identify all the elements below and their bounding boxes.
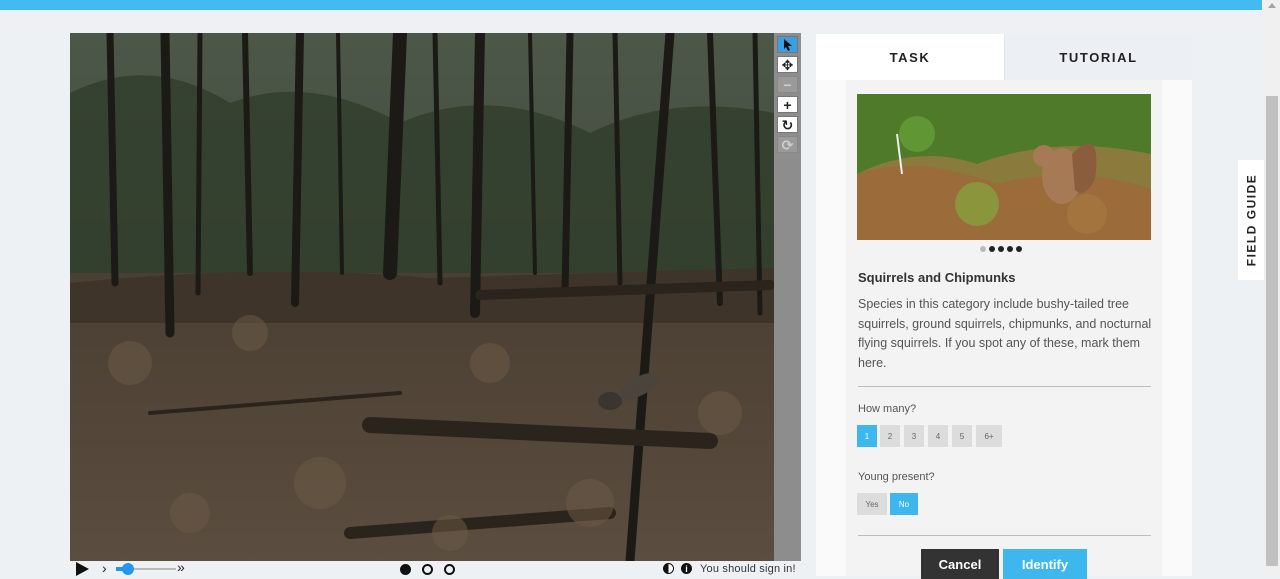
carousel-dot[interactable] <box>980 246 986 252</box>
species-detail: Squirrels and Chipmunks Species in this … <box>846 80 1162 579</box>
image-toolbar: ✥ − + ↻ ⟳ <box>774 33 801 561</box>
young-present-label: Young present? <box>858 471 935 483</box>
young-option-yes[interactable]: Yes <box>857 493 887 515</box>
species-description: Species in this category include bushy-t… <box>858 297 1152 370</box>
carousel-dot[interactable] <box>998 246 1004 252</box>
carousel-dot[interactable] <box>1016 246 1022 252</box>
how-many-option-5[interactable]: 5 <box>952 425 972 447</box>
rotate-icon[interactable]: ↻ <box>777 116 798 133</box>
cancel-button[interactable]: Cancel <box>921 549 999 579</box>
fast-forward-icon[interactable]: » <box>177 559 185 575</box>
speed-slider-knob[interactable] <box>122 563 134 575</box>
field-guide-tab[interactable]: FIELD GUIDE <box>1238 160 1264 280</box>
divider <box>858 386 1151 387</box>
play-icon[interactable] <box>76 562 89 576</box>
panel-tabs: TASK TUTORIAL <box>816 34 1192 80</box>
how-many-option-1[interactable]: 1 <box>857 425 877 447</box>
reset-icon[interactable]: ⟳ <box>777 136 798 153</box>
invert-contrast-icon[interactable] <box>663 563 674 574</box>
young-option-no[interactable]: No <box>890 493 918 515</box>
pointer-tool-icon[interactable] <box>777 36 798 53</box>
sign-in-warning: You should sign in! <box>700 563 796 575</box>
identify-button[interactable]: Identify <box>1003 549 1087 579</box>
tab-task[interactable]: TASK <box>816 34 1004 80</box>
how-many-label: How many? <box>858 403 917 415</box>
how-many-option-3[interactable]: 3 <box>904 425 924 447</box>
info-icon[interactable]: i <box>681 563 692 574</box>
top-accent-bar <box>0 0 1262 10</box>
zoom-out-icon[interactable]: − <box>777 76 798 93</box>
tab-tutorial[interactable]: TUTORIAL <box>1004 34 1192 80</box>
forest-trail-camera-image <box>70 33 774 561</box>
scroll-up-arrow-icon[interactable] <box>1268 3 1276 8</box>
task-panel: TASK TUTORIAL Squirrels and Chipmunks Sp… <box>816 34 1192 579</box>
how-many-option-4[interactable]: 4 <box>928 425 948 447</box>
frame-dot-3[interactable] <box>444 564 455 575</box>
species-title: Squirrels and Chipmunks <box>858 270 1016 285</box>
page-scrollbar[interactable] <box>1264 0 1280 576</box>
zoom-in-icon[interactable]: + <box>777 96 798 113</box>
scrollbar-thumb[interactable] <box>1266 96 1278 566</box>
divider <box>858 535 1151 536</box>
field-guide-label: FIELD GUIDE <box>1244 173 1259 267</box>
move-tool-icon[interactable]: ✥ <box>777 56 798 73</box>
viewer-controls: › » i You should sign in! <box>70 559 804 576</box>
how-many-option-6-plus[interactable]: 6+ <box>976 425 1002 447</box>
species-example-image <box>857 94 1151 240</box>
frame-dot-2[interactable] <box>422 564 433 575</box>
carousel-dot[interactable] <box>1007 246 1013 252</box>
subject-image-viewer[interactable] <box>70 33 774 561</box>
step-forward-icon[interactable]: › <box>102 560 107 576</box>
how-many-option-2[interactable]: 2 <box>880 425 900 447</box>
frame-dot-1[interactable] <box>400 564 411 575</box>
carousel-dot[interactable] <box>989 246 995 252</box>
